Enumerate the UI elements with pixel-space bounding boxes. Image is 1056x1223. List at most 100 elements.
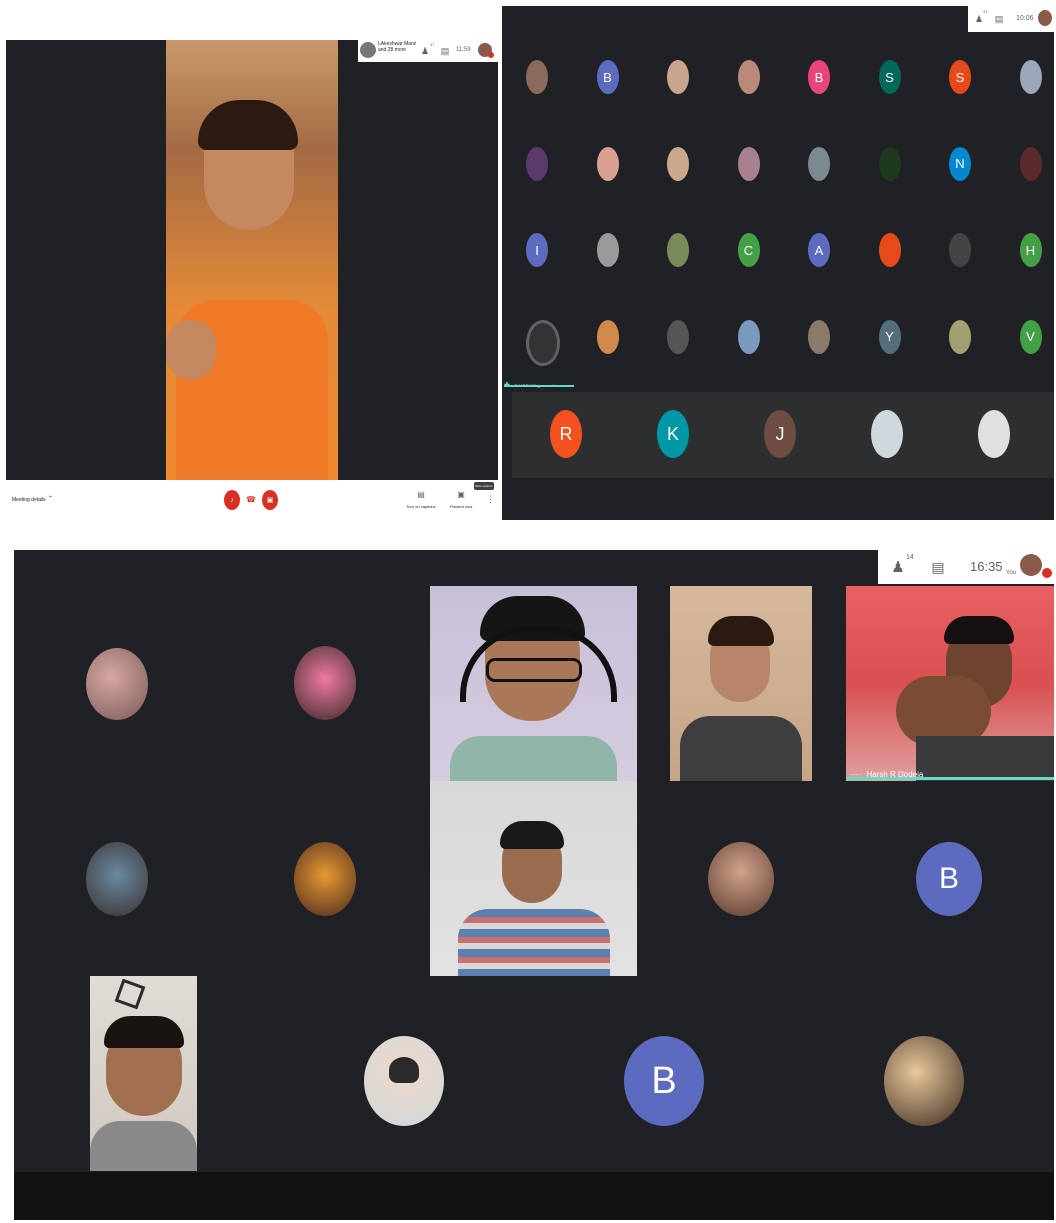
participant-avatar-letter: Y [878,319,901,354]
wall-frame-icon [114,978,146,1010]
participant-avatar [526,60,548,94]
people-count: 37 [983,9,988,14]
participant-video [430,781,637,976]
clock-time: 16:35 [970,559,1003,574]
clock-time: 11:59 [456,47,471,53]
participant-avatar-letter: B [808,60,830,94]
captions-icon[interactable]: ▤ [414,488,428,500]
speaker-underline [504,385,574,387]
participant-shirt [916,736,1054,781]
participant-avatar-letter: C [737,233,760,267]
top-right-controls-2: ♟ 37 ▤ 10:06 [968,6,1054,32]
participant-avatar [294,842,356,916]
participant-shirt [450,736,617,781]
participant-avatar [808,319,830,354]
participant-avatar [667,233,689,267]
chat-icon[interactable]: ▤ [438,44,452,58]
bottom-bar [14,1172,1054,1220]
avatar-letter: B [814,69,824,85]
participant-video: ··· Harsh R Dodeja [846,586,1054,781]
participant-avatar-letter: K [657,410,689,458]
more-options-icon[interactable]: ⋮ [486,494,495,505]
more-options-tooltip: More options [474,482,494,490]
participant-avatar [808,146,830,181]
avatar-letter: H [1025,242,1036,258]
avatar-letter: B [603,69,612,85]
chevron-up-icon[interactable]: ⌃ [48,495,53,502]
participant-avatar [667,60,689,94]
avatar-letter: K [666,423,679,444]
participant-avatar [86,648,148,720]
screenshot-3-meet-window: ♟ 14 ▤ 16:35 You ··· Harsh R Dodeja B B [14,550,1054,1220]
participant-avatar [878,233,901,267]
you-label: You [1006,570,1017,576]
more-options-tip-text: More options [475,484,493,488]
participant-avatar-letter: I [526,233,548,267]
people-count: 37 [430,42,435,47]
people-icon[interactable]: ♟ [972,12,986,26]
participant-avatar-letter: B [596,60,619,94]
avatar-letter: J [775,423,785,444]
speaker-label: ✚ DHARSHINI gnanasekran [504,374,574,389]
presenter-video [166,40,338,480]
chat-icon[interactable]: ▤ [992,12,1006,26]
participant-avatar-letter: J [764,410,796,458]
chat-icon[interactable]: ▤ [928,558,948,576]
captions-label[interactable]: Turn on captions [406,504,436,509]
self-avatar[interactable] [1038,10,1052,26]
participant-avatar [526,146,548,181]
people-icon[interactable]: ♟ [888,558,908,576]
participant-avatar-letter: S [949,60,971,94]
speaker-label: ··· Harsh R Dodeja [850,764,923,779]
participant-avatar-b: B [624,1036,704,1126]
speaker-underline [846,777,1054,780]
participant-avatar [596,319,619,354]
participant-avatar [1019,60,1042,94]
participant-avatar [978,410,1010,458]
participant-grid: B B S S N I C A H Y V [502,46,1054,396]
participant-glasses [486,658,582,682]
participant-shirt [458,909,610,976]
avatar-letter: V [1026,329,1035,344]
participant-video [90,976,197,1171]
mic-off-button[interactable]: ♪ [224,490,240,510]
participant-avatar [949,233,971,267]
present-icon[interactable]: ▣ [454,488,468,500]
participant-avatar [1019,146,1042,181]
presenter-hair [198,100,298,150]
meeting-details-button[interactable]: Meeting details [12,497,46,503]
self-avatar[interactable] [1020,554,1042,576]
hang-up-button[interactable]: ☎ [246,494,256,504]
participant-hair [708,616,774,646]
participant-shirt [90,1121,197,1171]
participant-hair [104,1016,184,1048]
mic-off-badge [488,52,494,58]
avatar-letter: B [938,862,959,895]
participant-avatar [949,319,971,354]
present-label[interactable]: Present now [450,504,472,509]
participant-avatar [364,1036,444,1126]
avatar-letter: B [651,1059,677,1102]
participant-avatar-letter: V [1019,319,1042,354]
participant-video [670,586,812,781]
participant-avatar [596,233,619,267]
bottom-strip: RKJ [512,392,1054,478]
participant-avatar [871,410,903,458]
avatar-letter: S [885,69,894,85]
participant-avatar [878,146,901,181]
presenter-hand [166,320,216,380]
participant-avatar-b: B [916,842,982,916]
mic-off-badge [1042,568,1052,578]
participant-avatar [86,842,148,916]
camera-off-button[interactable]: ▣ [262,490,278,510]
participant-avatar-letter: N [949,146,971,181]
participant-avatar [884,1036,964,1126]
participant-avatar-letter: R [550,410,582,458]
participant-avatar [708,842,774,916]
clock-time: 10:06 [1016,15,1034,22]
participant-avatar [737,146,760,181]
main-video-area: LAkeshwar Mandlet... and 28 more ♟ 37 ▤ … [6,40,498,480]
participant-avatar [737,60,760,94]
avatar-letter: C [743,242,754,258]
screenshot-1-meet-window: LAkeshwar Mandlet... and 28 more ♟ 37 ▤ … [6,40,498,520]
